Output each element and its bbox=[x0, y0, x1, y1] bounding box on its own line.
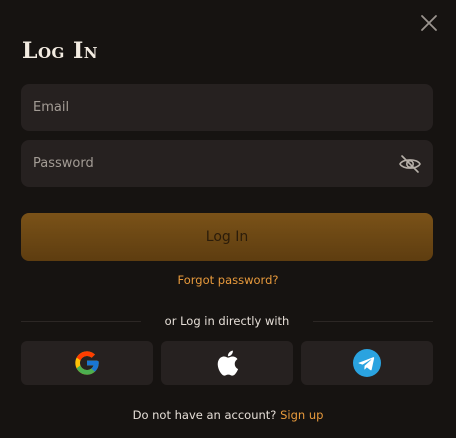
eye-slash-icon bbox=[399, 155, 421, 173]
social-divider: or Log in directly with bbox=[21, 312, 433, 330]
apple-icon bbox=[217, 350, 239, 376]
email-field-container bbox=[21, 84, 433, 131]
password-field[interactable] bbox=[21, 140, 433, 187]
login-modal: Log In Log In Forgot password? or Log in… bbox=[0, 0, 456, 438]
signup-row: Do not have an account? Sign up bbox=[0, 408, 456, 422]
divider-line-right bbox=[313, 320, 433, 322]
divider-label: or Log in directly with bbox=[164, 314, 290, 328]
password-field-container bbox=[21, 140, 433, 187]
google-icon bbox=[75, 351, 99, 375]
signup-link[interactable]: Sign up bbox=[280, 408, 323, 422]
apple-login-button[interactable] bbox=[161, 341, 293, 385]
signup-prompt: Do not have an account? bbox=[132, 408, 277, 422]
email-field[interactable] bbox=[21, 84, 433, 131]
password-toggle-button[interactable] bbox=[398, 152, 422, 176]
google-login-button[interactable] bbox=[21, 341, 153, 385]
close-icon bbox=[421, 15, 437, 31]
divider-line-left bbox=[21, 320, 141, 322]
page-title: Log In bbox=[22, 38, 99, 64]
login-button[interactable]: Log In bbox=[21, 213, 433, 261]
telegram-login-button[interactable] bbox=[301, 341, 433, 385]
forgot-password-link[interactable]: Forgot password? bbox=[0, 273, 456, 287]
close-button[interactable] bbox=[418, 12, 440, 34]
telegram-icon bbox=[353, 349, 381, 377]
